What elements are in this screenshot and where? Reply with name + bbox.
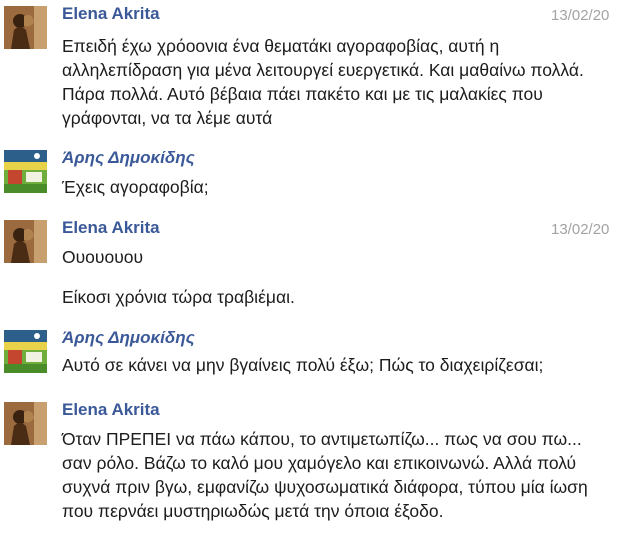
message-text: Όταν ΠΡΕΠΕΙ να πάω κάπου, το αντιμετωπίζ… xyxy=(62,429,588,521)
sender-name[interactable]: Elena Akrita xyxy=(62,399,160,421)
avatar-image xyxy=(4,150,47,193)
message-thread: Elena Akrita 13/02/20 Επειδή έχω χρόοονι… xyxy=(0,0,621,541)
sender-name[interactable]: Elena Akrita xyxy=(62,3,160,25)
avatar[interactable] xyxy=(4,402,47,445)
avatar[interactable] xyxy=(4,6,47,49)
sender-name[interactable]: Άρης Δημοκίδης xyxy=(62,147,195,169)
message-group: Elena Akrita Όταν ΠΡΕΠΕΙ να πάω κάπου, τ… xyxy=(0,399,621,541)
avatar[interactable] xyxy=(4,220,47,263)
message-group: Άρης Δημοκίδης Αυτό σε κάνει να μην βγαί… xyxy=(0,327,621,387)
message-text: Αυτό σε κάνει να μην βγαίνεις πολύ έξω; … xyxy=(62,355,544,375)
avatar-image xyxy=(4,220,47,263)
sender-name[interactable]: Άρης Δημοκίδης xyxy=(62,327,195,349)
timestamp: 13/02/20 xyxy=(551,7,610,24)
avatar[interactable] xyxy=(4,150,47,193)
message-group: Άρης Δημοκίδης Έχεις αγοραφοβία; xyxy=(0,147,621,207)
message-group: Elena Akrita 13/02/20 Ουουουου Είκοσι χρ… xyxy=(0,217,621,317)
avatar-image xyxy=(4,330,47,373)
timestamp: 13/02/20 xyxy=(551,221,610,238)
avatar-image xyxy=(4,402,47,445)
message-group: Elena Akrita 13/02/20 Επειδή έχω χρόοονι… xyxy=(0,3,621,133)
message-text: Ουουουου xyxy=(62,247,144,267)
sender-name[interactable]: Elena Akrita xyxy=(62,217,160,239)
avatar-image xyxy=(4,6,47,49)
message-text: Έχεις αγοραφοβία; xyxy=(62,177,209,197)
avatar[interactable] xyxy=(4,330,47,373)
message-text: Είκοσι χρόνια τώρα τραβιέμαι. xyxy=(62,287,295,307)
message-text: Επειδή έχω χρόοονια ένα θεματάκι αγοραφο… xyxy=(62,36,584,128)
